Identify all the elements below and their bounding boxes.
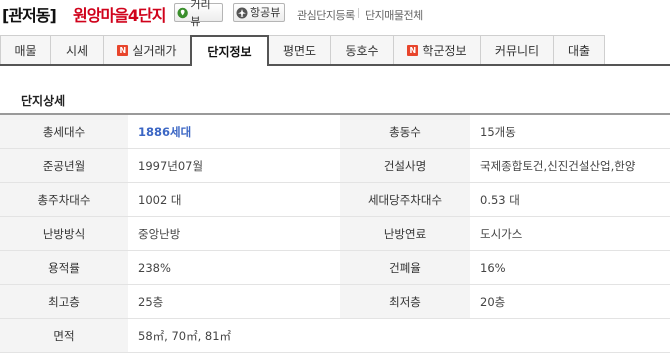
apartment-name: 원앙마을4단지 xyxy=(73,6,166,25)
row-value: 1002 대 xyxy=(138,192,182,207)
tab-label: 단지정보 xyxy=(207,45,252,59)
tab-complex-info[interactable]: 단지정보 xyxy=(190,35,269,66)
tab-label: 시세 xyxy=(65,43,89,58)
row-header: 준공년월 xyxy=(0,149,128,182)
empty-cell xyxy=(470,319,670,352)
tab-actual-transactions[interactable]: N 실거래가 xyxy=(103,35,191,64)
table-row: 면적 58㎡, 70㎡, 81㎡ xyxy=(0,319,670,353)
row-header: 세대당주차대수 xyxy=(340,183,470,216)
row-header: 최고층 xyxy=(0,285,128,318)
row-header: 총주차대수 xyxy=(0,183,128,216)
airplane-icon xyxy=(236,7,248,18)
table-row: 용적률 238% 건폐율 16% xyxy=(0,251,670,285)
table-row: 총주차대수 1002 대 세대당주차대수 0.53 대 xyxy=(0,183,670,217)
row-value: 1997년07월 xyxy=(138,158,204,173)
row-header: 용적률 xyxy=(0,251,128,284)
tab-school-info[interactable]: N 학군정보 xyxy=(393,35,481,64)
row-value: 16% xyxy=(480,260,506,275)
complex-detail-table: 총세대수 1886세대 총동수 15개동 준공년월 1997년07월 건설사명 … xyxy=(0,113,670,353)
row-value: 국제종합토건,신진건설산업,한양 xyxy=(480,158,636,173)
table-row: 최고층 25층 최저층 20층 xyxy=(0,285,670,319)
tab-label: 커뮤니티 xyxy=(494,43,540,58)
tab-label: 매물 xyxy=(14,43,37,58)
row-value: 25층 xyxy=(138,294,164,309)
all-listings-link[interactable]: 단지매물전체 xyxy=(365,7,423,23)
tab-unit-numbers[interactable]: 동호수 xyxy=(330,35,394,64)
row-header: 난방방식 xyxy=(0,217,128,250)
empty-cell xyxy=(340,319,470,352)
section-title: 단지상세 xyxy=(21,94,66,108)
row-value: 0.53 대 xyxy=(480,192,520,207)
page-header: [관저동] 원앙마을4단지 거리뷰 항공뷰 관심단지등록 단지매물전체 xyxy=(0,0,670,30)
row-header: 면적 xyxy=(0,319,128,352)
tab-bar: 매물 시세 N 실거래가 단지정보 평면도 동호수 N 학군정보 커뮤니티 대출 xyxy=(0,35,670,66)
table-row: 준공년월 1997년07월 건설사명 국제종합토건,신진건설산업,한양 xyxy=(0,149,670,183)
tab-floor-plan[interactable]: 평면도 xyxy=(268,35,331,64)
table-row: 난방방식 중앙난방 난방연료 도시가스 xyxy=(0,217,670,251)
street-view-button[interactable]: 거리뷰 xyxy=(174,0,223,28)
row-header: 건폐율 xyxy=(340,251,470,284)
row-value: 238% xyxy=(138,260,171,275)
tab-market-price[interactable]: 시세 xyxy=(50,35,104,64)
tab-label: 실거래가 xyxy=(132,43,177,58)
tab-community[interactable]: 커뮤니티 xyxy=(480,35,554,64)
tab-listings[interactable]: 매물 xyxy=(0,35,51,64)
aerial-view-button[interactable]: 항공뷰 xyxy=(233,3,285,22)
row-header: 총동수 xyxy=(340,115,470,148)
tab-label: 동호수 xyxy=(345,43,379,58)
tab-label: 대출 xyxy=(567,43,591,58)
aerial-view-label: 항공뷰 xyxy=(250,6,281,19)
total-households-value: 1886세대 xyxy=(138,124,192,139)
row-header: 최저층 xyxy=(340,285,470,318)
tab-label: 학군정보 xyxy=(422,43,467,58)
row-value: 중앙난방 xyxy=(138,226,181,241)
table-row: 총세대수 1886세대 총동수 15개동 xyxy=(0,115,670,149)
street-view-label: 거리뷰 xyxy=(190,0,211,28)
link-divider xyxy=(358,8,359,18)
row-header: 총세대수 xyxy=(0,115,128,148)
row-value: 58㎡, 70㎡, 81㎡ xyxy=(138,328,232,343)
map-pin-icon xyxy=(177,7,188,18)
add-favorite-link[interactable]: 관심단지등록 xyxy=(297,7,355,23)
new-badge-icon: N xyxy=(117,44,129,56)
new-badge-icon: N xyxy=(407,44,419,56)
row-value: 도시가스 xyxy=(480,226,523,241)
row-header: 난방연료 xyxy=(340,217,470,250)
tab-loan[interactable]: 대출 xyxy=(553,35,605,64)
row-value: 20층 xyxy=(480,294,506,309)
tab-label: 평면도 xyxy=(282,43,317,58)
region-label: [관저동] xyxy=(2,6,57,25)
row-header: 건설사명 xyxy=(340,149,470,182)
row-value: 15개동 xyxy=(480,124,516,139)
